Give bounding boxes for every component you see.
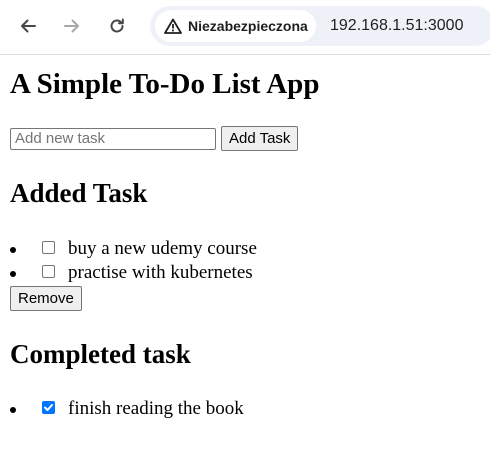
- remove-button[interactable]: Remove: [10, 286, 82, 311]
- bullet: [10, 247, 16, 253]
- bullet: [10, 407, 16, 413]
- add-task-form: Add Task: [10, 126, 299, 151]
- task-label: finish reading the book: [68, 398, 244, 419]
- back-arrow-icon: [21, 19, 36, 33]
- task-label: practise with kubernetes: [68, 262, 253, 283]
- task-checkbox[interactable]: [42, 241, 55, 254]
- reload-button[interactable]: [102, 11, 132, 41]
- checkmark-icon: [44, 404, 53, 411]
- task-label: buy a new udemy course: [68, 238, 257, 259]
- task-checkbox-checked[interactable]: [42, 401, 55, 414]
- remove-row: Remove: [10, 286, 82, 311]
- url-text[interactable]: 192.168.1.51:3000: [330, 6, 463, 46]
- completed-task-heading: Completed task: [10, 339, 191, 369]
- warning-icon: [164, 18, 182, 34]
- browser-toolbar: Niezabezpieczona 192.168.1.51:3000: [0, 0, 490, 55]
- security-indicator[interactable]: Niezabezpieczona: [155, 10, 316, 42]
- address-bar[interactable]: Niezabezpieczona 192.168.1.51:3000: [150, 6, 490, 46]
- bullet: [10, 271, 16, 277]
- forward-arrow-icon: [64, 19, 79, 33]
- page-title: A Simple To-Do List App: [10, 68, 320, 100]
- forward-button[interactable]: [57, 11, 87, 41]
- added-task-heading: Added Task: [10, 178, 148, 208]
- back-button[interactable]: [13, 11, 43, 41]
- new-task-input[interactable]: [10, 127, 216, 150]
- add-task-button[interactable]: Add Task: [221, 126, 299, 151]
- task-checkbox[interactable]: [42, 265, 55, 278]
- reload-icon: [110, 18, 124, 33]
- security-label: Niezabezpieczona: [188, 18, 308, 34]
